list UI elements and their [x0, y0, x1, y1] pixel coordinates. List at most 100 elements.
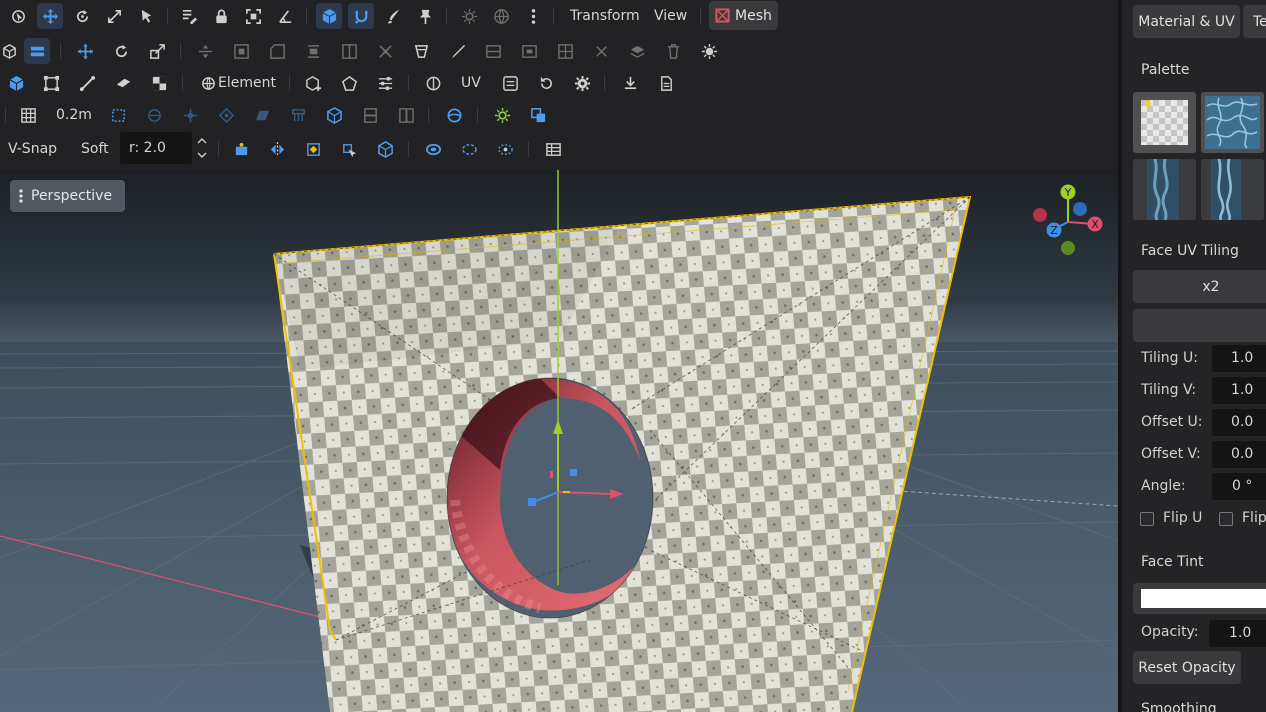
lighting-toggle-icon[interactable]	[489, 102, 515, 128]
uv-editor-icon[interactable]	[497, 70, 523, 96]
lock-icon[interactable]	[208, 3, 234, 29]
tiling-x2-button[interactable]: x2	[1133, 270, 1266, 303]
sliders-icon[interactable]	[372, 70, 398, 96]
neg-z-axis-dot[interactable]	[1073, 202, 1087, 216]
view-menu[interactable]: View	[651, 3, 690, 29]
snap-layers-icon[interactable]	[357, 102, 383, 128]
globe-icon[interactable]	[488, 3, 514, 29]
split-icon[interactable]	[336, 38, 362, 64]
snap-mirror-icon[interactable]	[393, 102, 419, 128]
ring-select-icon[interactable]	[420, 136, 446, 162]
merge-icon[interactable]	[372, 38, 398, 64]
move-axis-icon[interactable]	[72, 38, 98, 64]
inset-face-icon[interactable]	[228, 38, 254, 64]
perspective-menu-button[interactable]: Perspective	[10, 180, 125, 212]
weld-icon[interactable]	[228, 136, 254, 162]
tiling-u-input[interactable]: 1.0	[1212, 345, 1266, 372]
rotate-axis-icon[interactable]	[108, 38, 134, 64]
cube-outline-icon[interactable]	[372, 136, 398, 162]
opacity-input[interactable]: 1.0	[1209, 620, 1266, 647]
tiling-second-button[interactable]	[1133, 309, 1266, 342]
dissolve-icon[interactable]	[588, 38, 614, 64]
neg-y-axis-dot[interactable]	[1061, 241, 1075, 255]
pointer-icon[interactable]	[133, 3, 159, 29]
subdivide-icon[interactable]	[552, 38, 578, 64]
knife-icon[interactable]	[444, 38, 470, 64]
object-mode-icon[interactable]	[316, 3, 342, 29]
tiling-v-input[interactable]: 1.0	[1212, 377, 1266, 404]
swatch-blue-streak-1[interactable]	[1133, 159, 1196, 220]
move-tool-icon[interactable]	[37, 3, 63, 29]
grow-select-icon[interactable]	[492, 136, 518, 162]
loop-cut-icon[interactable]	[480, 38, 506, 64]
texture-select-icon[interactable]	[146, 70, 172, 96]
offset-v-input[interactable]: 0.0	[1212, 441, 1266, 468]
magnet-snap-icon[interactable]	[348, 3, 374, 29]
snap-surface-icon[interactable]	[141, 102, 167, 128]
cut-shape-icon[interactable]	[408, 38, 434, 64]
snap-plane-icon[interactable]	[249, 102, 275, 128]
orientation-gizmo[interactable]: Y X Z	[1028, 184, 1110, 262]
uv-mode-label[interactable]: UV	[461, 70, 481, 96]
3d-viewport[interactable]: Perspective Y X Z	[0, 170, 1118, 712]
extrude-icon[interactable]	[300, 38, 326, 64]
mesh-menu-button[interactable]: Mesh	[709, 1, 778, 30]
snap-vertex-icon[interactable]	[177, 102, 203, 128]
select-mode-icon[interactable]	[5, 3, 31, 29]
loop-select-icon[interactable]	[456, 136, 482, 162]
more-menu-icon[interactable]	[520, 3, 546, 29]
angle-input[interactable]: 0 °	[1212, 473, 1266, 500]
neg-x-axis-dot[interactable]	[1033, 208, 1047, 222]
grid-size-value[interactable]: 0.2m	[56, 102, 92, 128]
flip-u-checkbox[interactable]	[1140, 512, 1154, 526]
snap-object-icon[interactable]	[321, 102, 347, 128]
transform-menu[interactable]: Transform	[567, 3, 643, 29]
viewport-scene[interactable]	[0, 170, 1118, 712]
rotate-tool-icon[interactable]	[69, 3, 95, 29]
trash-icon[interactable]	[660, 38, 686, 64]
flip-horizontal-icon[interactable]	[264, 136, 290, 162]
paint-brush-icon[interactable]	[380, 3, 406, 29]
add-cube-icon[interactable]	[300, 70, 326, 96]
settings-gear-icon[interactable]	[569, 70, 595, 96]
light-icon[interactable]	[696, 38, 722, 64]
reset-uv-icon[interactable]	[533, 70, 559, 96]
swatch-blue-streak-2[interactable]	[1201, 159, 1264, 220]
face-tint-color-picker[interactable]	[1133, 583, 1266, 614]
face-select-icon[interactable]	[110, 70, 136, 96]
reset-opacity-button[interactable]: Reset Opacity	[1133, 651, 1241, 684]
angle-snap-icon[interactable]	[272, 3, 298, 29]
bridge-icon[interactable]	[516, 38, 542, 64]
offset-u-input[interactable]: 0.0	[1212, 409, 1266, 436]
flip-v-checkbox[interactable]	[1219, 512, 1233, 526]
pin-icon[interactable]	[412, 3, 438, 29]
table-view-icon[interactable]	[540, 136, 566, 162]
snap-tree-icon[interactable]	[285, 102, 311, 128]
snap-pivot-icon[interactable]	[213, 102, 239, 128]
grid-icon[interactable]	[15, 102, 41, 128]
object-select-icon[interactable]	[3, 70, 29, 96]
scale-axis-icon[interactable]	[144, 38, 170, 64]
tab-material-uv[interactable]: Material & UV	[1133, 5, 1240, 38]
tab-textures[interactable]: Te	[1243, 5, 1266, 38]
import-icon[interactable]	[617, 70, 643, 96]
document-icon[interactable]	[653, 70, 679, 96]
stack-icon[interactable]	[24, 38, 50, 64]
sun-settings-icon[interactable]	[456, 3, 482, 29]
polygon-icon[interactable]	[336, 70, 362, 96]
snap-grid-icon[interactable]	[105, 102, 131, 128]
flatten-icon[interactable]	[624, 38, 650, 64]
align-top-icon[interactable]	[192, 38, 218, 64]
swatch-water[interactable]	[1201, 92, 1264, 153]
view-mode-icon[interactable]	[441, 102, 467, 128]
snap-bounds-icon[interactable]	[240, 3, 266, 29]
element-mode-label[interactable]: Element	[218, 70, 276, 96]
pivot-center-icon[interactable]	[300, 136, 326, 162]
vertex-select-icon[interactable]	[38, 70, 64, 96]
select-linked-icon[interactable]	[336, 136, 362, 162]
list-edit-icon[interactable]	[176, 3, 202, 29]
uv-sphere-icon[interactable]	[420, 70, 446, 96]
overlap-toggle-icon[interactable]	[525, 102, 551, 128]
scale-tool-icon[interactable]	[101, 3, 127, 29]
swatch-checker[interactable]	[1133, 92, 1196, 153]
